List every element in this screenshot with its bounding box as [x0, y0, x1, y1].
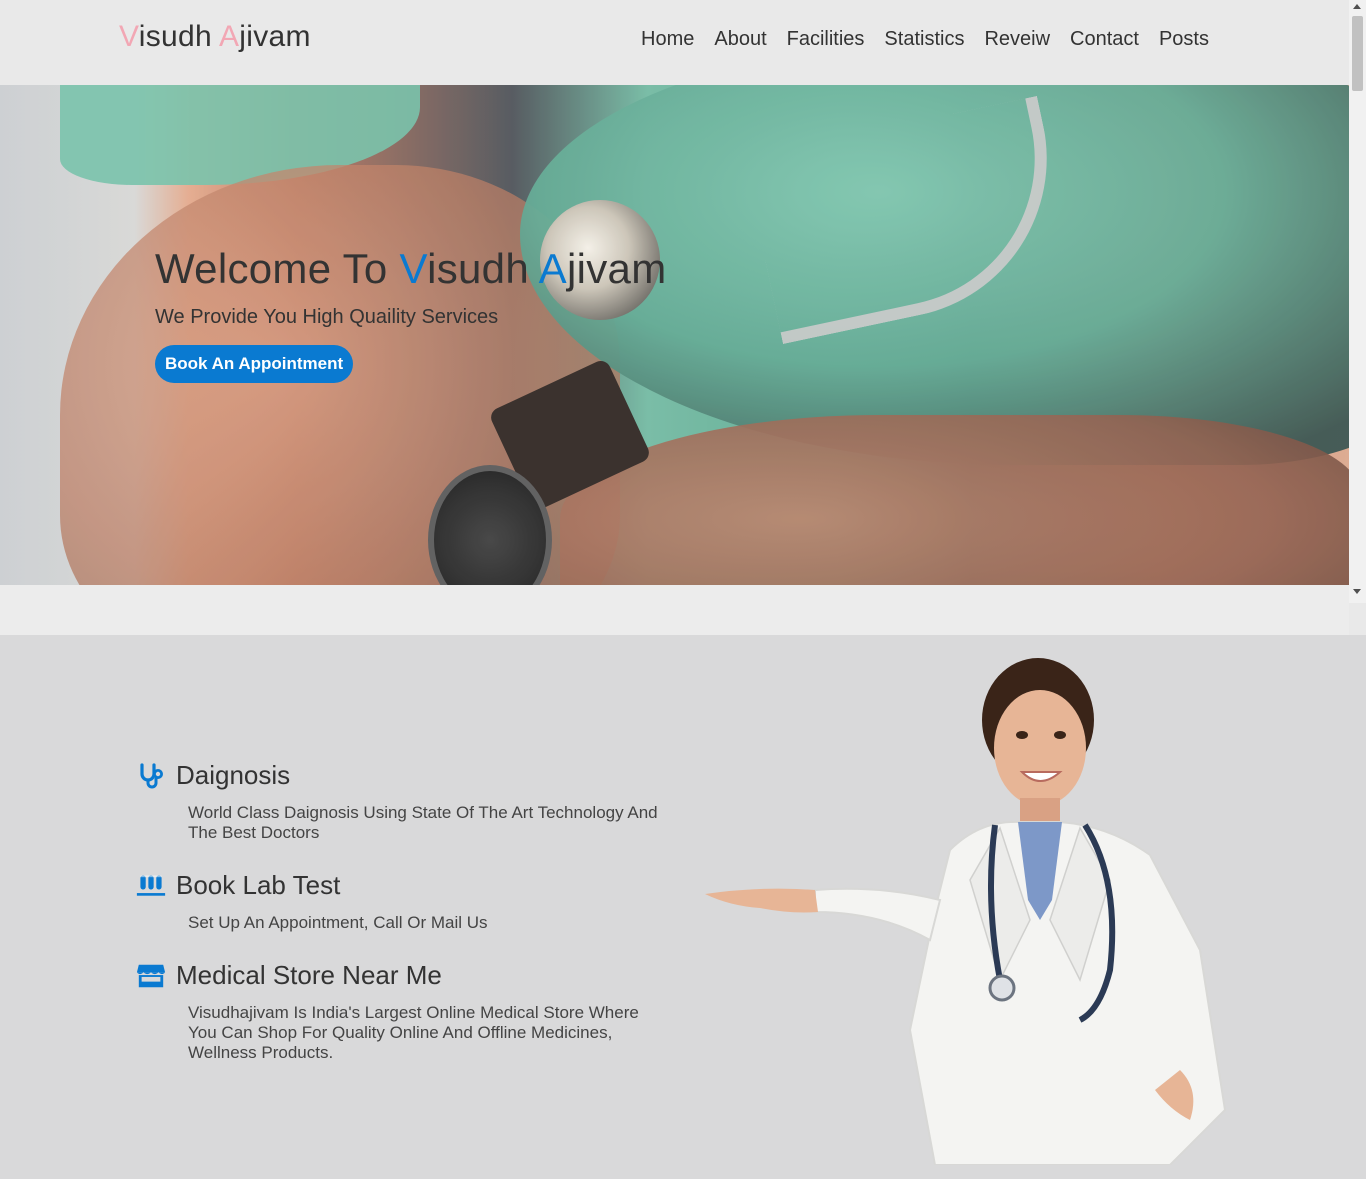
feature-description: Visudhajivam Is India's Largest Online M…	[188, 1003, 639, 1062]
hero-title: Welcome To Visudh Ajivam	[155, 245, 667, 292]
nav-facilities[interactable]: Facilities	[777, 27, 875, 51]
feature-title: Book Lab Test	[176, 870, 341, 900]
doctor-illustration	[705, 658, 1227, 1165]
test-tubes-icon	[136, 872, 166, 900]
nav-statistics[interactable]: Statistics	[874, 27, 974, 51]
page-scrollbar[interactable]	[1349, 0, 1366, 603]
stethoscope-icon	[136, 762, 166, 790]
site-header: Visudh Ajivam Home About Facilities Stat…	[0, 0, 1349, 85]
logo-text-isudh: isudh	[138, 20, 219, 53]
site-logo[interactable]: Visudh Ajivam	[119, 20, 311, 54]
logo-initial-a: A	[218, 20, 240, 53]
feature-lab-test: Book Lab Test Set Up An Appointment, Cal…	[136, 870, 676, 933]
services-section: Daignosis World Class Daignosis Using St…	[0, 635, 1366, 1179]
book-appointment-button[interactable]: Book An Appointment	[155, 345, 354, 383]
scroll-down-icon[interactable]	[1353, 589, 1361, 594]
nav-posts[interactable]: Posts	[1149, 27, 1219, 51]
feature-description: Set Up An Appointment, Call Or Mail Us	[188, 913, 488, 932]
hero-subtitle: We Provide You High Quaility Services	[155, 306, 499, 328]
feature-title: Medical Store Near Me	[176, 960, 442, 990]
feature-description: World Class Daignosis Using State Of The…	[188, 803, 658, 842]
main-nav: Home About Facilities Statistics Reveiw …	[631, 27, 1219, 51]
scroll-up-icon[interactable]	[1353, 4, 1361, 9]
store-icon	[136, 962, 166, 990]
nav-about[interactable]: About	[704, 27, 776, 51]
section-divider	[0, 585, 1349, 635]
logo-text-jivam: jivam	[239, 20, 311, 53]
feature-title: Daignosis	[176, 760, 291, 790]
logo-initial-v: V	[119, 20, 139, 53]
hero-banner: Welcome To Visudh Ajivam We Provide You …	[0, 85, 1349, 585]
scrollbar-thumb[interactable]	[1352, 16, 1363, 91]
nav-contact[interactable]: Contact	[1060, 27, 1149, 51]
feature-medical-store: Medical Store Near Me Visudhajivam Is In…	[136, 960, 676, 1063]
hero-overlay	[0, 85, 1349, 585]
nav-review[interactable]: Reveiw	[974, 27, 1060, 51]
nav-home[interactable]: Home	[631, 27, 704, 51]
feature-diagnosis: Daignosis World Class Daignosis Using St…	[136, 760, 676, 843]
